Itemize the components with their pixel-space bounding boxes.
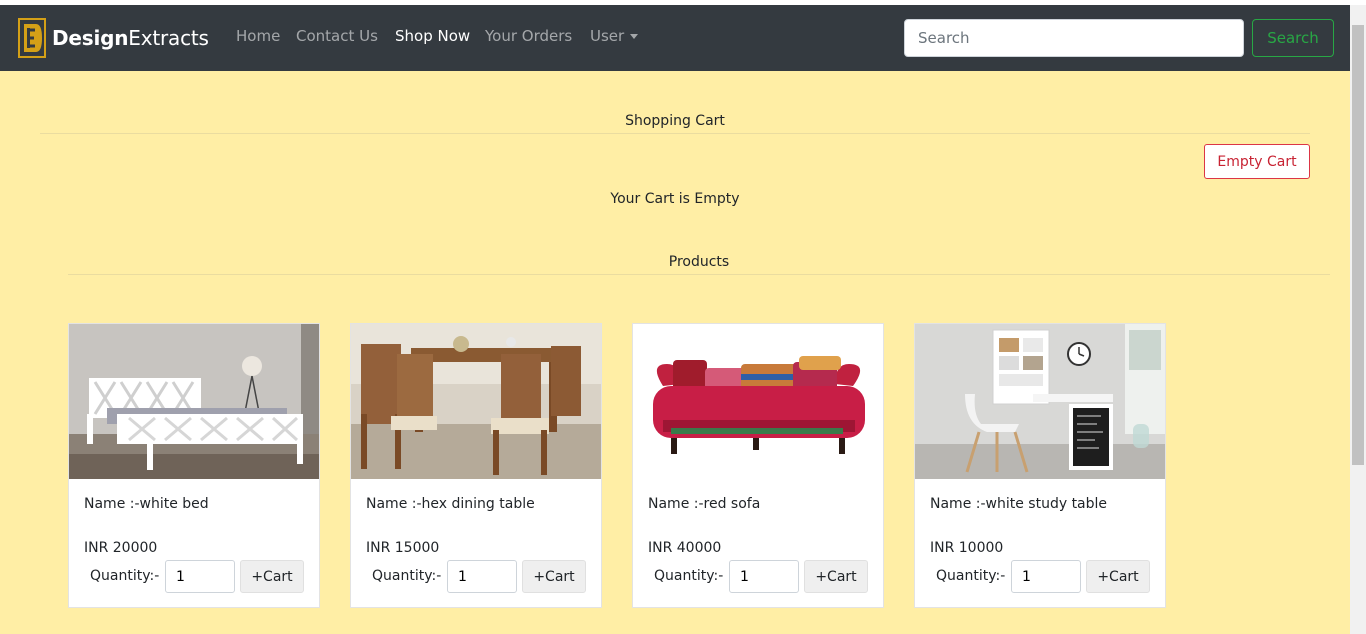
product-name: Name :-white study table — [930, 496, 1108, 512]
nav-user-dropdown[interactable]: User — [590, 27, 639, 45]
product-card: Name :-white bed INR 20000 Quantity:- +C… — [68, 323, 320, 608]
add-to-cart-button[interactable]: +Cart — [804, 560, 868, 593]
brand-name: DesignExtracts — [52, 26, 209, 50]
product-name: Name :-hex dining table — [366, 496, 535, 512]
product-price: INR 40000 — [648, 540, 722, 556]
nav-your-orders[interactable]: Your Orders — [485, 27, 572, 45]
quantity-label: Quantity:- — [936, 568, 1006, 584]
quantity-input[interactable] — [165, 560, 235, 593]
search-button[interactable]: Search — [1252, 19, 1334, 57]
product-card: Name :-hex dining table INR 15000 Quanti… — [350, 323, 602, 608]
nav-home[interactable]: Home — [236, 27, 280, 45]
red-sofa-image — [633, 324, 883, 479]
quantity-input[interactable] — [729, 560, 799, 593]
navbar: DesignExtracts Home Contact Us Shop Now … — [0, 5, 1350, 71]
add-to-cart-button[interactable]: +Cart — [522, 560, 586, 593]
product-price: INR 10000 — [930, 540, 1004, 556]
product-price: INR 15000 — [366, 540, 440, 556]
product-price: INR 20000 — [84, 540, 158, 556]
white-bed-image — [69, 324, 319, 479]
add-to-cart-button[interactable]: +Cart — [240, 560, 304, 593]
dining-table-image — [351, 324, 601, 479]
quantity-label: Quantity:- — [654, 568, 724, 584]
shopping-cart-title: Shopping Cart — [625, 113, 725, 129]
nav-shop-now[interactable]: Shop Now — [395, 27, 470, 45]
scrollbar-thumb[interactable] — [1352, 25, 1364, 465]
nav-contact-us[interactable]: Contact Us — [296, 27, 378, 45]
scrollbar[interactable] — [1350, 5, 1366, 634]
search-input[interactable] — [904, 19, 1244, 57]
quantity-label: Quantity:- — [90, 568, 160, 584]
quantity-input[interactable] — [447, 560, 517, 593]
product-name: Name :-red sofa — [648, 496, 761, 512]
brand[interactable]: DesignExtracts — [18, 18, 209, 58]
product-card: Name :-white study table INR 10000 Quant… — [914, 323, 1166, 608]
empty-cart-message: Your Cart is Empty — [610, 191, 740, 207]
products-divider — [68, 274, 1330, 275]
products-title: Products — [668, 254, 730, 270]
logo-icon — [18, 18, 46, 58]
quantity-label: Quantity:- — [372, 568, 442, 584]
product-name: Name :-white bed — [84, 496, 209, 512]
study-table-image — [915, 324, 1165, 479]
nav-user-label: User — [590, 27, 625, 45]
quantity-input[interactable] — [1011, 560, 1081, 593]
caret-down-icon — [630, 34, 639, 39]
empty-cart-button[interactable]: Empty Cart — [1204, 144, 1310, 179]
add-to-cart-button[interactable]: +Cart — [1086, 560, 1150, 593]
cart-divider — [40, 133, 1310, 134]
product-card: Name :-red sofa INR 40000 Quantity:- +Ca… — [632, 323, 884, 608]
